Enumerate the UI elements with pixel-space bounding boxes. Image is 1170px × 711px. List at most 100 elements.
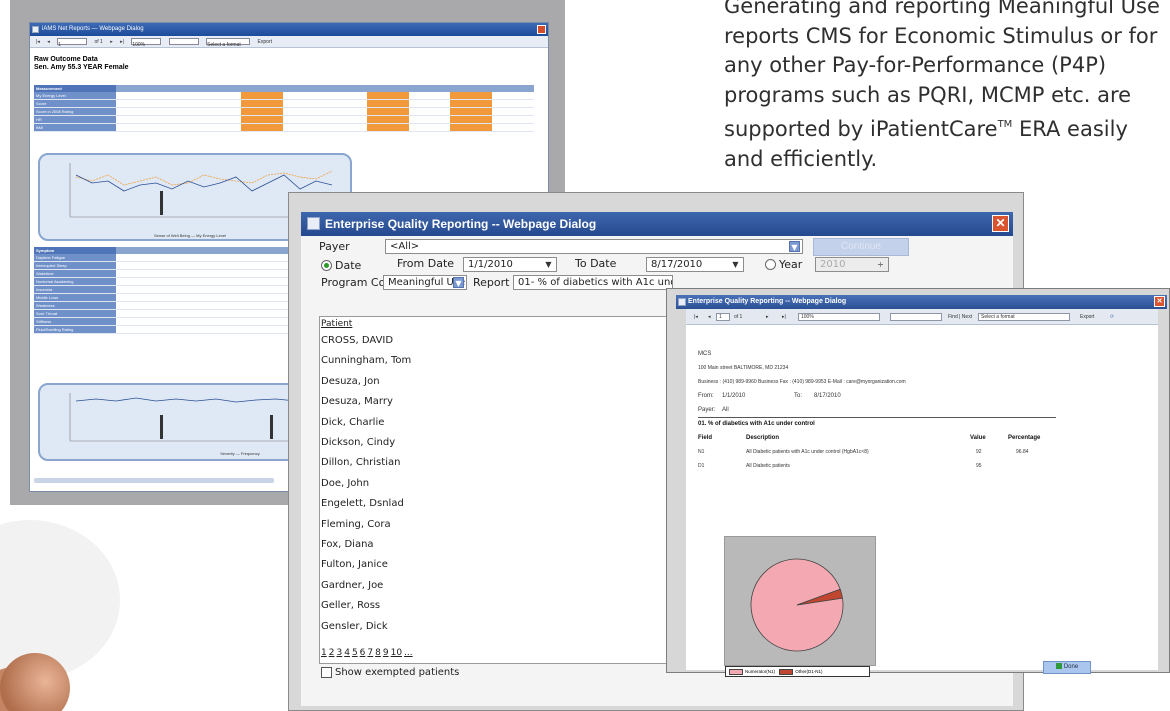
payer-select[interactable]: <All> ▼ [385, 239, 803, 254]
grid-cell [186, 318, 256, 325]
chevron-down-icon[interactable]: ▼ [789, 241, 800, 252]
year-input[interactable]: 2010 ÷ [815, 257, 889, 272]
app-icon [678, 298, 686, 306]
window-title: Enterprise Quality Reporting -- Webpage … [688, 298, 847, 305]
horizontal-scrollbar[interactable] [34, 478, 274, 483]
first-page-icon[interactable]: |◂ [36, 39, 40, 45]
report-select[interactable]: 01- % of diabetics with A1c under co [513, 275, 673, 290]
exempted-row: Show exempted patients [319, 664, 719, 682]
page-link[interactable]: 9 [383, 648, 389, 658]
patient-link[interactable]: Fleming, Cora [321, 515, 411, 535]
patient-link[interactable]: Dickson, Cindy [321, 433, 411, 453]
page-link[interactable]: ... [404, 648, 413, 658]
find-input[interactable] [168, 38, 199, 46]
chevron-down-icon[interactable]: ▼ [730, 259, 741, 270]
next-page-icon[interactable]: ▸ [766, 314, 769, 320]
patient-link[interactable]: CROSS, DAVID [321, 331, 411, 351]
grid-cell [116, 318, 186, 325]
page-link[interactable]: 6 [360, 648, 366, 658]
report-label: Report [473, 276, 510, 289]
payer-value: <All> [390, 241, 420, 252]
page-link[interactable]: 7 [367, 648, 373, 658]
grid-row: Score [34, 100, 534, 108]
promo-line: supported by iPatientCareTM ERA easily [724, 110, 1170, 145]
program-code-select[interactable]: Meaningful Use ▼ [383, 275, 467, 290]
find-next-link[interactable]: Find | Next [948, 314, 972, 320]
promo-line: and efficiently. [724, 146, 878, 171]
patient-link[interactable]: Cunningham, Tom [321, 351, 411, 371]
grid-header-cell [200, 85, 242, 92]
export-link[interactable]: Export [1080, 314, 1094, 320]
grid-row-label: Middle Lows [34, 294, 116, 301]
continue-button[interactable]: Continue [813, 238, 909, 256]
patient-link[interactable]: Gensler, Dick [321, 617, 411, 637]
refresh-icon[interactable]: ⟳ [1110, 314, 1114, 320]
patient-link[interactable]: Fulton, Janice [321, 555, 411, 575]
page-link[interactable]: 8 [375, 648, 381, 658]
page-link[interactable]: 10 [391, 648, 402, 658]
patient-link[interactable]: Geller, Ross [321, 596, 411, 616]
chevron-down-icon[interactable]: ▼ [543, 259, 554, 270]
grid-cell [450, 124, 493, 131]
export-link[interactable]: Export [258, 39, 272, 45]
patient-link[interactable]: Gardner, Joe [321, 576, 411, 596]
from-date-value: 1/1/2010 [468, 259, 513, 270]
page-link[interactable]: 2 [329, 648, 335, 658]
grid-cell [283, 92, 325, 99]
zoom-select[interactable]: 100% [798, 313, 880, 321]
format-select[interactable]: Select a format [206, 38, 251, 48]
patient-link[interactable]: Dillon, Christian [321, 453, 411, 473]
close-icon[interactable]: ✕ [992, 215, 1009, 232]
grid-cell [409, 116, 451, 123]
zoom-select[interactable]: 100% [131, 38, 162, 48]
find-input[interactable] [890, 313, 942, 321]
grid-row: HR [34, 116, 534, 124]
prev-page-icon[interactable]: ◂ [708, 314, 711, 320]
grid-cell [186, 262, 256, 269]
page-link[interactable]: 5 [352, 648, 358, 658]
next-page-icon[interactable]: ▸ [110, 39, 113, 45]
grid-header-cell [450, 85, 492, 92]
grid-cell [116, 124, 158, 131]
grid-header-cell [492, 85, 534, 92]
date-radio[interactable] [321, 260, 332, 271]
format-select[interactable]: Select a format [978, 313, 1070, 321]
to-value: 8/17/2010 [814, 393, 841, 399]
grid-cell [325, 108, 367, 115]
grid-cell [186, 278, 256, 285]
page-link[interactable]: 1 [321, 648, 327, 658]
exempted-checkbox[interactable] [321, 667, 332, 678]
grid-header-row: Measurement [34, 85, 534, 92]
to-date-input[interactable]: 8/17/2010 ▼ [646, 257, 744, 272]
chevron-down-icon[interactable]: ▼ [453, 277, 464, 288]
last-page-icon[interactable]: ▸| [782, 314, 786, 320]
grid-cell [409, 108, 451, 115]
stepper-icon[interactable]: ÷ [875, 259, 886, 270]
page-number-input[interactable]: 1 [57, 38, 88, 48]
first-page-icon[interactable]: |◂ [694, 314, 698, 320]
grid-row-label: Nocturnal Awakening [34, 278, 116, 285]
grid-row-label: Waketime [34, 270, 116, 277]
grid-cell [186, 326, 256, 333]
page-number-input[interactable]: 1 [716, 313, 730, 321]
grid-cell [186, 302, 256, 309]
year-radio[interactable] [765, 259, 776, 270]
page-link[interactable]: 3 [336, 648, 342, 658]
patient-link[interactable]: Doe, John [321, 474, 411, 494]
grid-row-label: HR [34, 116, 116, 123]
prev-page-icon[interactable]: ◂ [47, 39, 50, 45]
patient-link[interactable]: Fox, Diana [321, 535, 411, 555]
close-icon[interactable]: ✕ [1154, 296, 1165, 307]
patient-link[interactable]: Engelett, Dsnlad [321, 494, 411, 514]
from-date-input[interactable]: 1/1/2010 ▼ [463, 257, 557, 272]
from-value: 1/1/2010 [722, 393, 746, 399]
close-icon[interactable] [537, 25, 546, 34]
done-button[interactable]: Done [1043, 661, 1091, 674]
last-page-icon[interactable]: ▸| [120, 39, 124, 45]
patient-link[interactable]: Desuza, Marry [321, 392, 411, 412]
grid-header-cell [367, 85, 409, 92]
page-link[interactable]: 4 [344, 648, 350, 658]
patient-link[interactable]: Dick, Charlie [321, 413, 411, 433]
patient-link[interactable]: Desuza, Jon [321, 372, 411, 392]
patient-column-header[interactable]: Patient [321, 317, 411, 331]
